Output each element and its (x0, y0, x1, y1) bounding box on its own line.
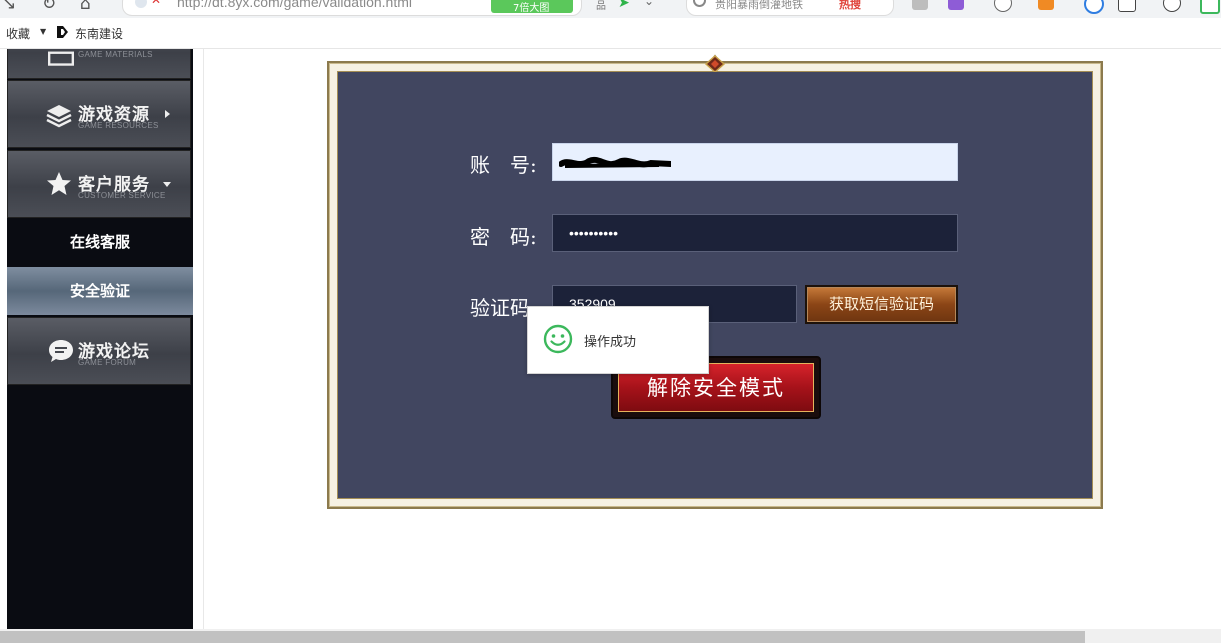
sidebar-item-game-resources[interactable]: 游戏资源 GAME RESOURCES (7, 80, 191, 148)
sidebar-item-sublabel: GAME MATERIALS (78, 50, 153, 59)
bookmarks-bar: 收藏 ▼ 东南建设 (0, 18, 1221, 49)
search-icon (693, 0, 706, 7)
home-icon[interactable]: ⌂ (80, 0, 91, 14)
success-toast: 操作成功 (527, 306, 709, 374)
smiley-icon (543, 324, 573, 354)
chevron-down-icon[interactable]: ⌄ (644, 0, 654, 8)
book-icon (48, 51, 74, 66)
password-input-value: •••••••••• (569, 225, 619, 241)
refresh-icon[interactable]: ↻ (42, 0, 56, 14)
search-suggestion: 贵阳暴雨倒灌地铁 (715, 0, 803, 11)
horizontal-scrollbar[interactable] (0, 629, 1221, 643)
image-zoom-badge[interactable]: 7倍大图 (491, 0, 573, 14)
scissors-icon[interactable] (994, 0, 1012, 12)
site-logo-icon (57, 26, 68, 38)
sidebar-sublink-security-verification[interactable]: 安全验证 (7, 267, 193, 315)
password-label: 密 码: (470, 225, 537, 249)
toast-message: 操作成功 (584, 335, 637, 350)
layers-icon (46, 105, 72, 128)
bookmark-site-link[interactable]: 东南建设 (75, 25, 123, 42)
get-sms-code-button[interactable]: 获取短信验证码 (805, 285, 958, 324)
browser-toolbar: ↘ ↻ ⌂ ✕ http://dt.8yx.com/game/validatio… (0, 0, 1221, 18)
sidebar: GAME MATERIALS 游戏资源 GAME RESOURCES 客户服务 … (7, 49, 193, 629)
back-icon[interactable]: ↘ (2, 0, 16, 14)
hot-search-badge: 热搜 (839, 0, 861, 11)
address-bar[interactable]: ✕ http://dt.8yx.com/game/validation.html… (122, 0, 582, 16)
caret-down-icon[interactable]: ▼ (40, 27, 46, 36)
sidebar-item-sublabel: GAME FORUM (78, 358, 137, 367)
bookmarks-favorites[interactable]: 收藏 (6, 25, 30, 42)
url-text: http://dt.8yx.com/game/validation.html (177, 0, 412, 10)
bookmark-ribbon-icon[interactable] (1038, 0, 1054, 10)
insecure-x-icon: ✕ (151, 0, 162, 7)
lightning-icon[interactable]: ➤ (618, 0, 630, 11)
horizontal-scrollbar-thumb[interactable] (0, 631, 1085, 643)
redaction-scribble (559, 156, 671, 168)
sidebar-item-game-forum[interactable]: 游戏论坛 GAME FORUM (7, 317, 191, 385)
site-favicon-icon (135, 0, 147, 8)
sidebar-sublink-online-support[interactable]: 在线客服 (7, 218, 193, 266)
translate-icon[interactable] (948, 0, 964, 10)
image-zoom-badge-label: 7倍大图 (513, 3, 550, 14)
sidebar-item-sublabel: GAME RESOURCES (78, 121, 159, 130)
password-input[interactable]: •••••••••• (552, 214, 958, 252)
brightness-icon[interactable] (1163, 0, 1181, 12)
sidebar-item-game-materials[interactable]: GAME MATERIALS (7, 49, 191, 79)
browser-search-box[interactable]: 贵阳暴雨倒灌地铁 热搜 (686, 0, 894, 16)
sidebar-item-customer-service[interactable]: 客户服务 CUSTOMER SERVICE (7, 150, 191, 218)
qr-code-icon[interactable]: 品 (596, 0, 606, 12)
chevron-down-icon (163, 182, 171, 187)
window-icon[interactable] (1200, 0, 1220, 14)
sidebar-item-sublabel: CUSTOMER SERVICE (78, 191, 166, 200)
content-divider (203, 49, 204, 629)
star-icon (47, 172, 71, 195)
chat-bubble-icon (49, 340, 73, 362)
chevron-right-icon (165, 110, 170, 118)
find-icon[interactable] (1084, 0, 1104, 14)
apps-grid-icon[interactable] (1118, 0, 1136, 12)
account-input[interactable] (552, 143, 958, 181)
account-label: 账 号: (470, 153, 537, 177)
extension-icon[interactable] (912, 0, 928, 10)
